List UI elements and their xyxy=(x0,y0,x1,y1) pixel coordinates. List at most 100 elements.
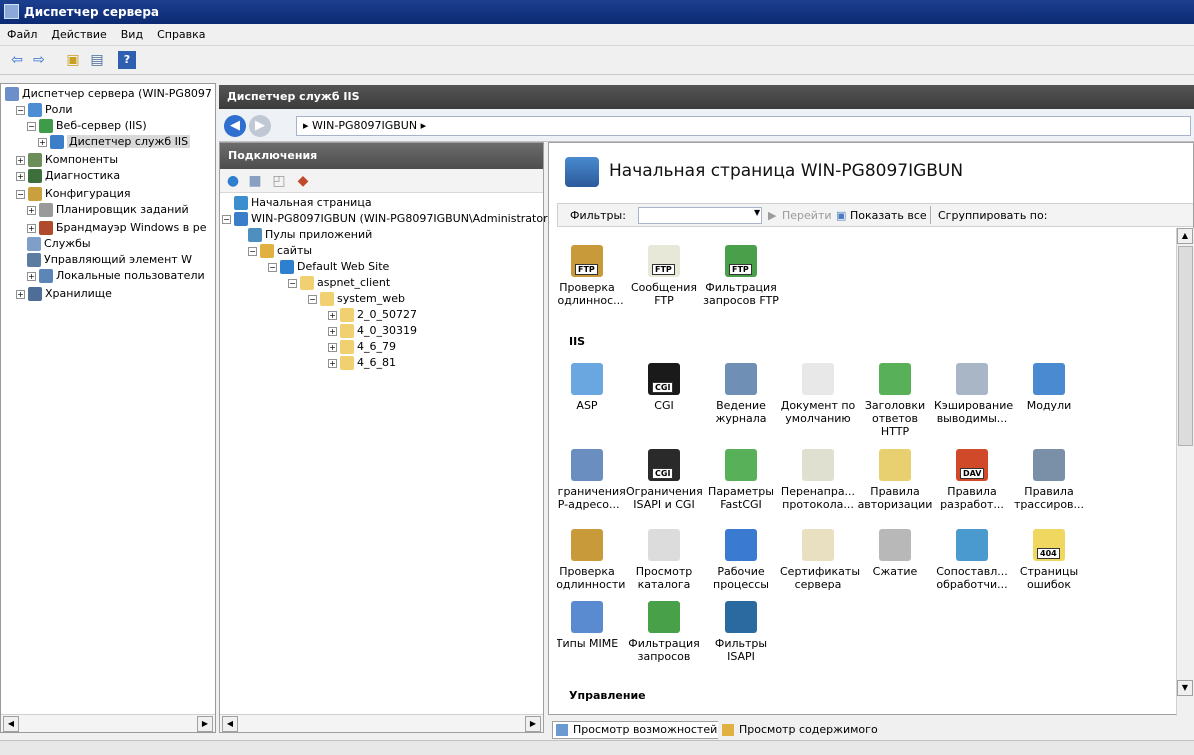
expand-icon[interactable]: − xyxy=(248,246,257,256)
tree-item[interactable]: Управляющий элемент W xyxy=(27,252,192,268)
up-folder-icon[interactable]: ▣ xyxy=(64,51,82,69)
feature-item[interactable]: Ограничения IP-адресо... xyxy=(557,449,626,511)
expand-icon[interactable]: + xyxy=(16,289,25,299)
feature-item[interactable]: Типы MIME xyxy=(557,601,625,650)
feature-item[interactable]: Проверка подлинности xyxy=(557,529,625,591)
show-all-button[interactable]: Показать все xyxy=(850,209,927,222)
scroll-down-icon[interactable]: ▼ xyxy=(1177,680,1193,696)
expand-icon[interactable]: − xyxy=(288,278,297,288)
delete-connection-icon[interactable]: ◆ xyxy=(294,172,312,190)
feature-item[interactable]: CGI Ограничения ISAPI и CGI xyxy=(626,449,703,511)
feature-item[interactable]: Правила трассиров... xyxy=(1011,449,1087,511)
forward-nav-icon[interactable]: ▶ xyxy=(249,115,271,137)
go-button[interactable]: Перейти xyxy=(782,209,832,222)
tree-item[interactable]: + Диагностика xyxy=(16,168,120,184)
feature-item[interactable]: DAV Правила разработ... xyxy=(934,449,1010,511)
connection-tree-item[interactable]: − aspnet_client xyxy=(288,275,390,291)
left-tree-scrollbar[interactable]: ◀ ▶ xyxy=(1,714,215,732)
feature-item[interactable]: CGI CGI xyxy=(626,363,702,412)
show-hide-console-icon[interactable]: ▤ xyxy=(88,51,106,69)
feature-item[interactable]: Модули xyxy=(1011,363,1087,412)
back-nav-icon[interactable]: ◀ xyxy=(224,115,246,137)
expand-icon[interactable]: − xyxy=(268,262,277,272)
save-icon[interactable]: ■ xyxy=(246,172,264,190)
scroll-thumb[interactable] xyxy=(1178,246,1193,446)
feature-item[interactable]: FTP Фильтрация запросов FTP xyxy=(703,245,779,307)
feature-item[interactable]: Просмотр каталога xyxy=(626,529,702,591)
feature-item[interactable]: Сжатие xyxy=(857,529,933,578)
group-by-button[interactable]: Сгруппировать по: xyxy=(938,209,1047,222)
content-view-tab[interactable]: Просмотр содержимого xyxy=(718,721,883,739)
expand-icon[interactable]: + xyxy=(38,137,47,147)
feature-item[interactable]: Документ по умолчанию xyxy=(780,363,856,425)
tree-item[interactable]: Службы xyxy=(27,236,91,252)
menu-view[interactable]: Вид xyxy=(114,24,150,41)
tree-item[interactable]: + Локальные пользователи xyxy=(27,268,205,284)
feature-item[interactable]: Фильтрация запросов xyxy=(626,601,702,663)
connection-tree-item[interactable]: +4_6_81 xyxy=(328,355,396,371)
expand-icon[interactable]: + xyxy=(27,271,36,281)
scroll-left-icon[interactable]: ◀ xyxy=(3,716,19,732)
expand-icon[interactable]: + xyxy=(16,155,25,165)
expand-icon[interactable]: − xyxy=(16,105,25,115)
scroll-right-icon[interactable]: ▶ xyxy=(197,716,213,732)
go-icon[interactable]: ▶ xyxy=(768,209,776,222)
connection-tree-item[interactable]: Начальная страница xyxy=(234,195,372,211)
tree-item[interactable]: − Конфигурация xyxy=(16,186,131,202)
tree-item[interactable]: + Компоненты xyxy=(16,152,118,168)
feature-item[interactable]: FTP Проверка подлиннос... xyxy=(557,245,625,307)
feature-item[interactable]: Параметры FastCGI xyxy=(703,449,779,511)
expand-icon[interactable]: + xyxy=(16,171,25,181)
expand-icon[interactable]: + xyxy=(27,223,36,233)
connection-tree-item[interactable]: Пулы приложений xyxy=(248,227,372,243)
connect-icon[interactable]: ● xyxy=(224,172,242,190)
address-path[interactable]: ▸ WIN-PG8097IGBUN ▸ xyxy=(296,116,1191,136)
scroll-right-icon[interactable]: ▶ xyxy=(525,716,541,732)
connection-tree-item[interactable]: − WIN-PG8097IGBUN (WIN-PG8097IGBUN\Admini… xyxy=(222,211,552,227)
feature-item[interactable]: Фильтры ISAPI xyxy=(703,601,779,663)
feature-item[interactable]: Ведение журнала xyxy=(703,363,779,425)
expand-icon[interactable]: + xyxy=(328,342,337,352)
expand-icon[interactable]: − xyxy=(308,294,317,304)
back-icon[interactable]: ⇦ xyxy=(8,51,26,69)
feature-item[interactable]: Рабочие процессы xyxy=(703,529,779,591)
forward-icon[interactable]: ⇨ xyxy=(30,51,48,69)
scroll-left-icon[interactable]: ◀ xyxy=(222,716,238,732)
scroll-up-icon[interactable]: ▲ xyxy=(1177,228,1193,244)
expand-icon[interactable]: + xyxy=(27,205,36,215)
expand-icon[interactable]: − xyxy=(27,121,36,131)
tree-item[interactable]: + Брандмауэр Windows в ре xyxy=(27,220,206,236)
tree-item[interactable]: Диспетчер сервера (WIN-PG8097 xyxy=(5,86,212,102)
feature-item[interactable]: 404 Страницы ошибок xyxy=(1011,529,1087,591)
up-level-icon[interactable]: ◰ xyxy=(270,172,288,190)
filter-dropdown-icon[interactable]: ▼ xyxy=(754,208,760,217)
features-view-tab[interactable]: Просмотр возможностей xyxy=(552,721,723,739)
feature-item[interactable]: Сертификаты сервера xyxy=(780,529,860,591)
feature-item[interactable]: Кэширование выводимы... xyxy=(934,363,1013,425)
feature-item[interactable]: Заголовки ответов HTTP xyxy=(857,363,933,438)
feature-item[interactable]: ASP xyxy=(557,363,625,412)
menu-action[interactable]: Действие xyxy=(44,24,113,41)
tree-item[interactable]: + Диспетчер служб IIS xyxy=(38,134,191,150)
feature-item[interactable]: Правила авторизации xyxy=(857,449,933,511)
connection-tree-item[interactable]: − system_web xyxy=(308,291,405,307)
menu-help[interactable]: Справка xyxy=(150,24,212,41)
content-vertical-scrollbar[interactable]: ▲ ▼ xyxy=(1176,228,1194,716)
tree-item[interactable]: − Веб-сервер (IIS) xyxy=(27,118,147,134)
help-icon[interactable]: ? xyxy=(118,51,136,69)
expand-icon[interactable]: − xyxy=(222,214,231,224)
tree-item[interactable]: − Роли xyxy=(16,102,73,118)
connection-tree-item[interactable]: +2_0_50727 xyxy=(328,307,417,323)
feature-item[interactable]: FTP Сообщения FTP xyxy=(626,245,702,307)
expand-icon[interactable]: + xyxy=(328,310,337,320)
connection-tree-item[interactable]: +4_0_30319 xyxy=(328,323,417,339)
show-all-icon[interactable]: ▣ xyxy=(836,209,846,222)
connection-tree-item[interactable]: − сайты xyxy=(248,243,312,259)
expand-icon[interactable]: + xyxy=(328,326,337,336)
feature-item[interactable]: Сопоставл... обработчи... xyxy=(934,529,1010,591)
filter-input[interactable] xyxy=(638,207,762,224)
expand-icon[interactable]: − xyxy=(16,189,25,199)
feature-item[interactable]: Перенапра... протокола... xyxy=(780,449,856,511)
expand-icon[interactable]: + xyxy=(328,358,337,368)
connection-tree-item[interactable]: − Default Web Site xyxy=(268,259,389,275)
